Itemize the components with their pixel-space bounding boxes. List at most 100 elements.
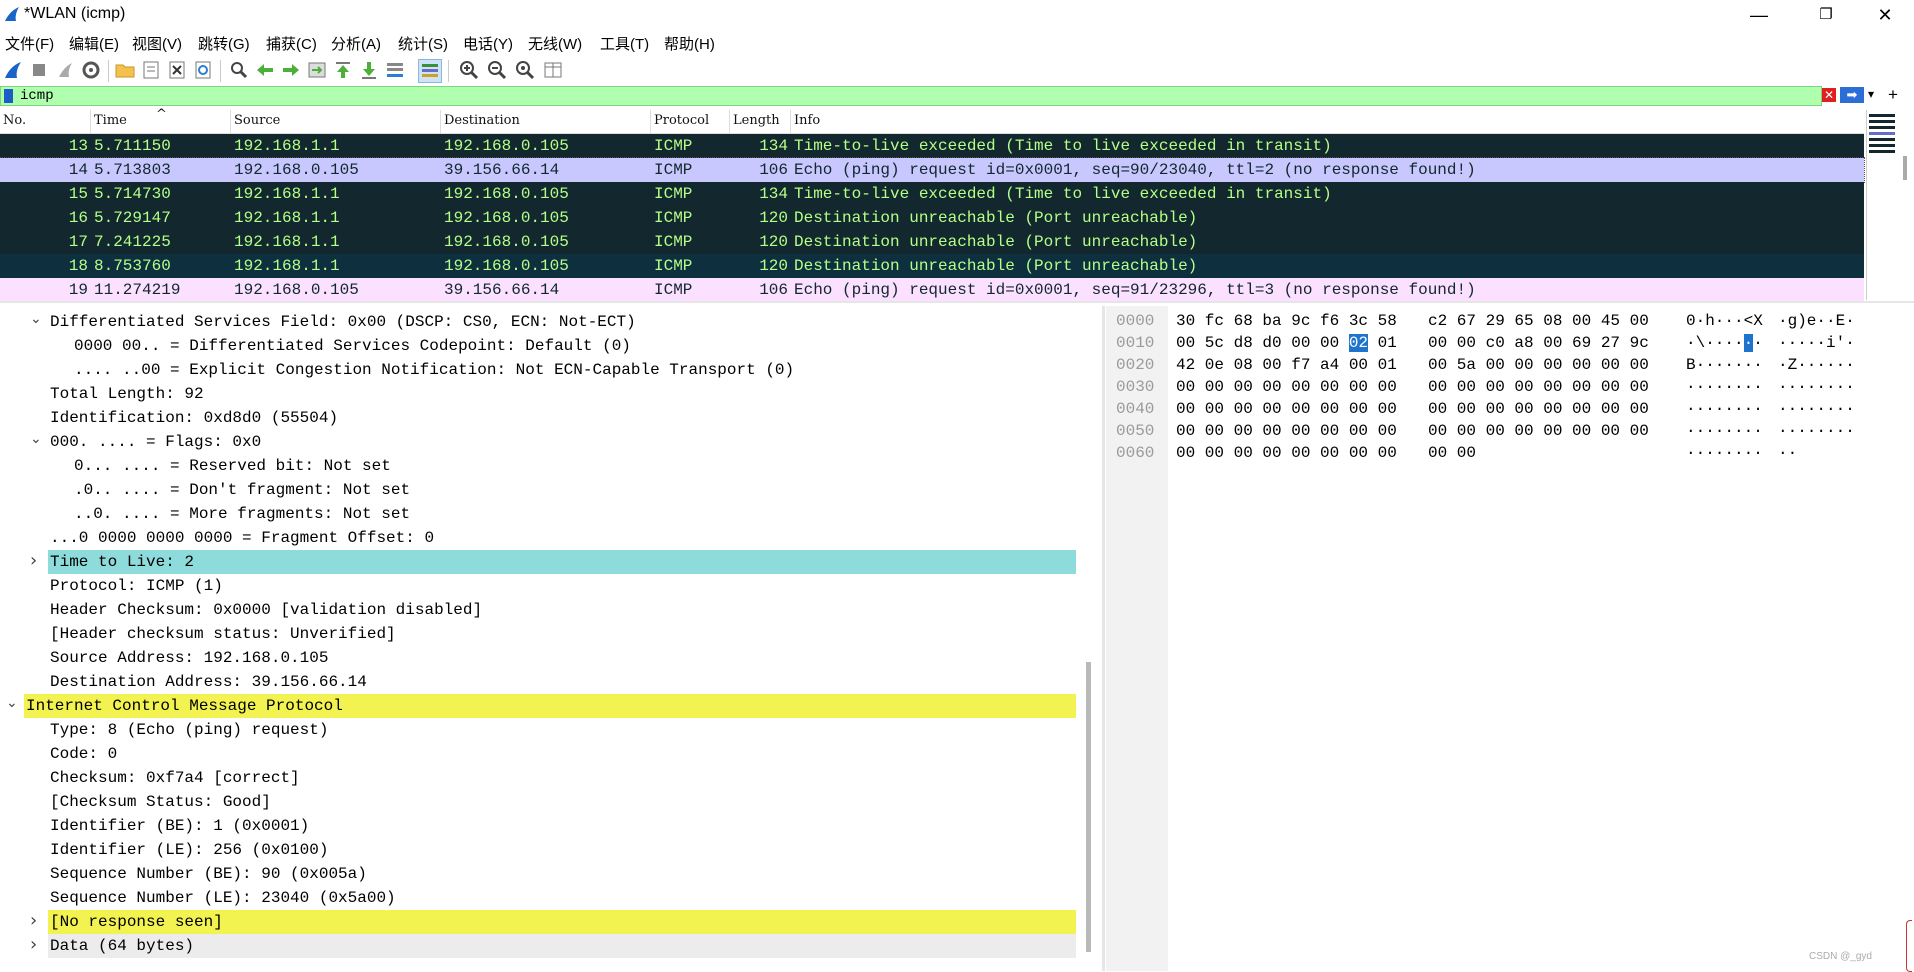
- menu-analyze[interactable]: 分析(A): [331, 33, 381, 54]
- menu-file[interactable]: 文件(F): [5, 33, 54, 54]
- detail-tree-item[interactable]: Total Length: 92: [0, 382, 1080, 406]
- detail-tree-item[interactable]: Sequence Number (LE): 23040 (0x5a00): [0, 886, 1080, 910]
- menu-wireless[interactable]: 无线(W): [528, 33, 582, 54]
- detail-tree-item[interactable]: Code: 0: [0, 742, 1080, 766]
- bookmark-icon[interactable]: [4, 89, 13, 103]
- packet-row[interactable]: 13 5.711150 192.168.1.1 192.168.0.105 ICMP 13…: [0, 134, 1864, 158]
- packet-row[interactable]: 14 5.713803 192.168.0.105 39.156.66.14 ICMP 1…: [0, 157, 1865, 183]
- expand-arrow-icon[interactable]: ›: [30, 549, 37, 573]
- detail-tree-item[interactable]: Identifier (BE): 1 (0x0001): [0, 814, 1080, 838]
- column-divider[interactable]: [650, 110, 651, 133]
- open-file-icon[interactable]: [114, 59, 136, 81]
- shark-fin-start-icon[interactable]: [2, 59, 24, 81]
- detail-tree-item[interactable]: 0... .... = Reserved bit: Not set: [0, 454, 1080, 478]
- go-to-packet-icon[interactable]: [306, 59, 328, 81]
- detail-tree-item[interactable]: Identification: 0xd8d0 (55504): [0, 406, 1080, 430]
- detail-tree-item[interactable]: Header Checksum: 0x0000 [validation disa…: [0, 598, 1080, 622]
- detail-tree-item[interactable]: Protocol: ICMP (1): [0, 574, 1080, 598]
- column-header-time[interactable]: Time: [94, 113, 127, 128]
- detail-tree-item[interactable]: Type: 8 (Echo (ping) request): [0, 718, 1080, 742]
- autoscroll-icon[interactable]: [384, 59, 406, 81]
- packet-list-minimap[interactable]: [1866, 110, 1897, 300]
- find-packet-icon[interactable]: [228, 59, 250, 81]
- restart-capture-icon[interactable]: [54, 59, 76, 81]
- packet-row[interactable]: 18 8.753760 192.168.1.1 192.168.0.105 ICMP 12…: [0, 254, 1864, 278]
- expand-arrow-icon[interactable]: ›: [30, 909, 37, 933]
- packet-row[interactable]: 15 5.714730 192.168.1.1 192.168.0.105 ICMP 13…: [0, 182, 1864, 206]
- reload-file-icon[interactable]: [192, 59, 214, 81]
- scrollbar-thumb[interactable]: [1086, 662, 1091, 952]
- menu-tools[interactable]: 工具(T): [600, 33, 649, 54]
- detail-tree-item[interactable]: [Checksum Status: Good]: [0, 790, 1080, 814]
- close-window-button[interactable]: ✕: [1862, 0, 1908, 30]
- pane-splitter[interactable]: [1102, 306, 1105, 971]
- pane-splitter[interactable]: [0, 301, 1914, 303]
- detail-tree-item[interactable]: › [No response seen]: [0, 910, 1080, 934]
- go-forward-icon[interactable]: [280, 59, 302, 81]
- details-scrollbar[interactable]: [1084, 306, 1094, 971]
- packet-row[interactable]: 16 5.729147 192.168.1.1 192.168.0.105 ICMP 12…: [0, 206, 1864, 230]
- go-last-packet-icon[interactable]: [358, 59, 380, 81]
- apply-filter-icon[interactable]: ➡: [1840, 87, 1864, 103]
- display-filter-input[interactable]: icmp: [0, 86, 1822, 106]
- detail-tree-item[interactable]: Destination Address: 39.156.66.14: [0, 670, 1080, 694]
- menu-go[interactable]: 跳转(G): [198, 33, 250, 54]
- detail-tree-item[interactable]: Checksum: 0xf7a4 [correct]: [0, 766, 1080, 790]
- detail-tree-item[interactable]: › Data (64 bytes): [0, 934, 1080, 958]
- clear-filter-icon[interactable]: ✕: [1822, 88, 1836, 102]
- packet-row[interactable]: 19 11.274219 192.168.0.105 39.156.66.14 ICMP…: [0, 278, 1864, 302]
- zoom-out-icon[interactable]: [486, 59, 508, 81]
- menu-view[interactable]: 视图(V): [132, 33, 182, 54]
- detail-tree-item[interactable]: Sequence Number (BE): 90 (0x005a): [0, 862, 1080, 886]
- column-header-no[interactable]: No.: [3, 113, 26, 128]
- detail-tree-item[interactable]: .... ..00 = Explicit Congestion Notifica…: [0, 358, 1080, 382]
- column-divider[interactable]: [230, 110, 231, 133]
- detail-tree-item[interactable]: ⌄ 000. .... = Flags: 0x0: [0, 430, 1080, 454]
- add-filter-button[interactable]: +: [1888, 85, 1898, 105]
- stop-capture-icon[interactable]: [28, 59, 50, 81]
- column-header-destination[interactable]: Destination: [444, 113, 520, 128]
- detail-tree-item[interactable]: [Header checksum status: Unverified]: [0, 622, 1080, 646]
- capture-options-icon[interactable]: [80, 59, 102, 81]
- go-back-icon[interactable]: [254, 59, 276, 81]
- column-header-info[interactable]: Info: [794, 113, 820, 128]
- detail-tree-item[interactable]: ..0. .... = More fragments: Not set: [0, 502, 1080, 526]
- menu-telephony[interactable]: 电话(Y): [463, 33, 513, 54]
- column-divider[interactable]: [729, 110, 730, 133]
- collapse-arrow-icon[interactable]: ⌄: [30, 307, 42, 331]
- detail-tree-item[interactable]: .0.. .... = Don't fragment: Not set: [0, 478, 1080, 502]
- packet-list-scrollbar[interactable]: [1898, 110, 1914, 300]
- close-file-icon[interactable]: [166, 59, 188, 81]
- expand-arrow-icon[interactable]: ›: [30, 933, 37, 957]
- colorize-icon[interactable]: [418, 59, 442, 83]
- minimize-button[interactable]: —: [1736, 0, 1782, 30]
- save-file-icon[interactable]: [140, 59, 162, 81]
- detail-tree-item[interactable]: Source Address: 192.168.0.105: [0, 646, 1080, 670]
- detail-tree-item[interactable]: Identifier (LE): 256 (0x0100): [0, 838, 1080, 862]
- detail-tree-item[interactable]: ...0 0000 0000 0000 = Fragment Offset: 0: [0, 526, 1080, 550]
- selected-hex-byte[interactable]: 02: [1348, 334, 1369, 352]
- column-header-source[interactable]: Source: [234, 113, 280, 128]
- scrollbar-thumb[interactable]: [1903, 156, 1907, 180]
- menu-help[interactable]: 帮助(H): [664, 33, 715, 54]
- column-header-length[interactable]: Length: [733, 113, 780, 128]
- detail-tree-item[interactable]: 0000 00.. = Differentiated Services Code…: [0, 334, 1080, 358]
- packet-row[interactable]: 17 7.241225 192.168.1.1 192.168.0.105 ICMP 12…: [0, 230, 1864, 254]
- detail-tree-item[interactable]: ⌄ Differentiated Services Field: 0x00 (DS…: [0, 310, 1080, 334]
- column-divider[interactable]: [90, 110, 91, 133]
- collapse-arrow-icon[interactable]: ⌄: [6, 691, 18, 715]
- menu-statistics[interactable]: 统计(S): [398, 33, 448, 54]
- column-divider[interactable]: [790, 110, 791, 133]
- menu-edit[interactable]: 编辑(E): [69, 33, 119, 54]
- detail-tree-item[interactable]: ⌄ Internet Control Message Protocol: [0, 694, 1080, 718]
- filter-dropdown-icon[interactable]: ▾: [1868, 87, 1874, 101]
- detail-tree-item[interactable]: › Time to Live: 2: [0, 550, 1080, 574]
- zoom-in-icon[interactable]: [458, 59, 480, 81]
- column-header-protocol[interactable]: Protocol: [654, 113, 709, 128]
- selected-ascii-byte[interactable]: ·: [1743, 334, 1754, 352]
- menu-capture[interactable]: 捕获(C): [266, 33, 317, 54]
- go-first-packet-icon[interactable]: [332, 59, 354, 81]
- resize-columns-icon[interactable]: [542, 59, 564, 81]
- collapse-arrow-icon[interactable]: ⌄: [30, 427, 42, 451]
- column-divider[interactable]: [440, 110, 441, 133]
